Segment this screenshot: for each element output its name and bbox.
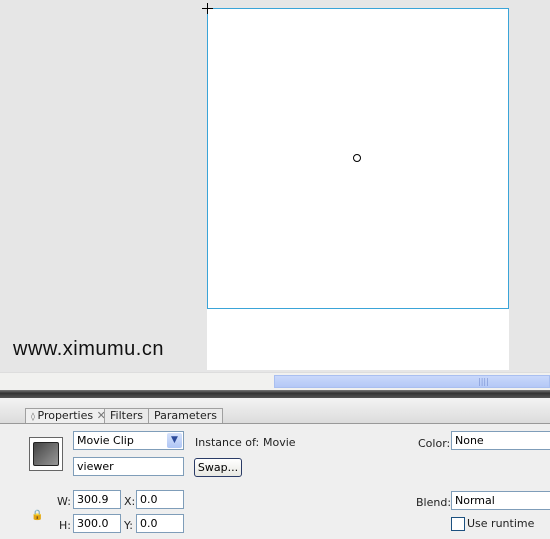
width-input[interactable]: 300.9 xyxy=(73,490,121,509)
tab-properties[interactable]: ◊ Properties ✕ xyxy=(25,408,112,423)
blend-label: Blend: xyxy=(416,496,452,509)
h-label: H: xyxy=(59,519,71,532)
color-label: Color: xyxy=(418,437,451,450)
w-label: W: xyxy=(57,495,71,508)
movie-clip-icon xyxy=(29,437,63,471)
swap-button[interactable]: Swap... xyxy=(194,458,242,477)
lock-icon[interactable]: 🔒 xyxy=(31,510,43,521)
watermark: www.ximumu.cn xyxy=(13,338,164,360)
instance-of-value: Movie xyxy=(263,436,296,449)
crosshair-icon xyxy=(202,3,213,14)
use-runtime-checkbox[interactable] xyxy=(451,517,465,531)
blend-select[interactable]: Normal xyxy=(451,491,550,510)
use-runtime-label: Use runtime xyxy=(467,517,535,530)
y-label: Y: xyxy=(124,519,133,532)
tab-filters[interactable]: Filters xyxy=(104,408,149,423)
x-input[interactable]: 0.0 xyxy=(136,490,184,509)
color-select[interactable]: None xyxy=(451,431,550,450)
chevron-down-icon[interactable]: ▼ xyxy=(167,433,182,448)
x-label: X: xyxy=(124,495,136,508)
instance-of-label: Instance of: xyxy=(195,436,260,449)
y-input[interactable]: 0.0 xyxy=(136,514,184,533)
height-input[interactable]: 300.0 xyxy=(73,514,121,533)
grip-icon: |||| xyxy=(478,377,489,386)
symbol-type-select[interactable]: Movie Clip ▼ xyxy=(73,431,184,450)
scrollbar-thumb[interactable] xyxy=(274,375,550,388)
registration-point-icon xyxy=(353,154,361,162)
tab-parameters[interactable]: Parameters xyxy=(148,408,223,423)
instance-name-input[interactable]: viewer xyxy=(73,457,184,476)
panel-divider[interactable] xyxy=(0,390,550,398)
